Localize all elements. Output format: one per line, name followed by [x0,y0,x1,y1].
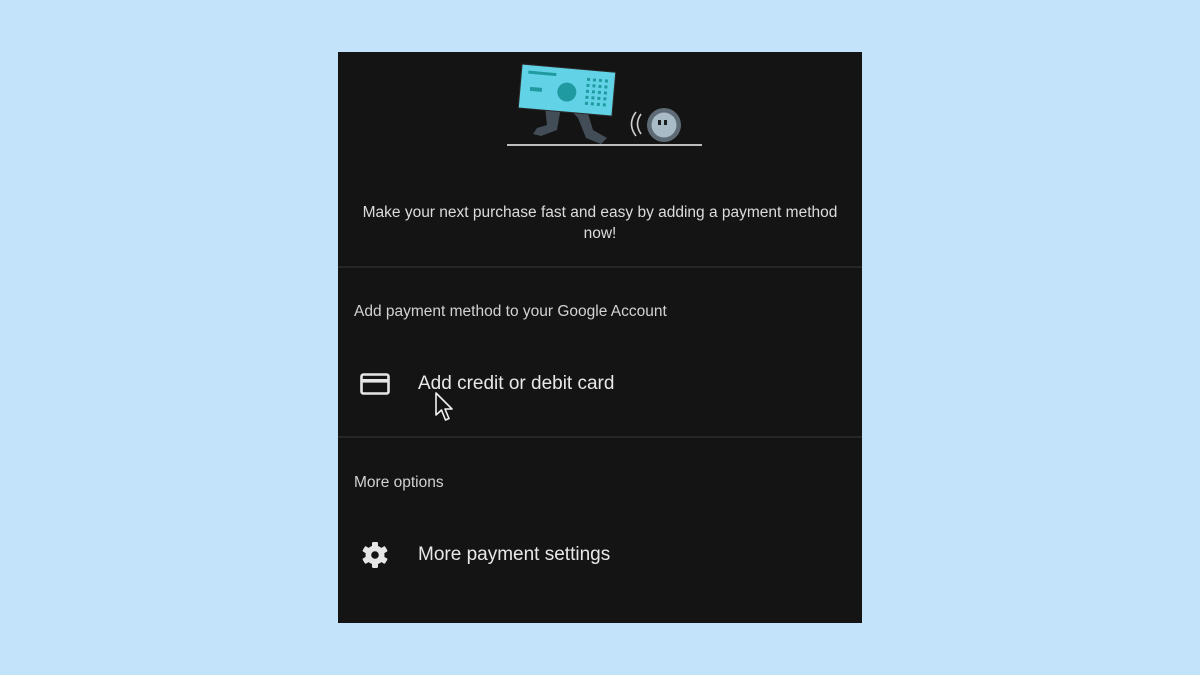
payment-methods-panel: Make your next purchase fast and easy by… [338,52,862,623]
credit-card-icon [360,369,390,399]
gear-icon [360,540,390,570]
mouse-pointer-icon [435,392,453,421]
divider [338,436,862,438]
account-section-label: Add payment method to your Google Accoun… [354,303,667,320]
dollar-bill [517,63,617,117]
payment-illustration [507,63,702,146]
ground-line [507,144,702,146]
promo-text: Make your next purchase fast and easy by… [362,204,838,242]
coin-icon [647,108,681,142]
more-payment-settings-button[interactable]: More payment settings [338,527,862,583]
add-card-button[interactable]: Add credit or debit card [338,356,862,412]
more-settings-label: More payment settings [418,544,611,565]
more-options-label: More options [354,474,444,491]
divider [338,266,862,268]
motion-lines [630,111,642,137]
